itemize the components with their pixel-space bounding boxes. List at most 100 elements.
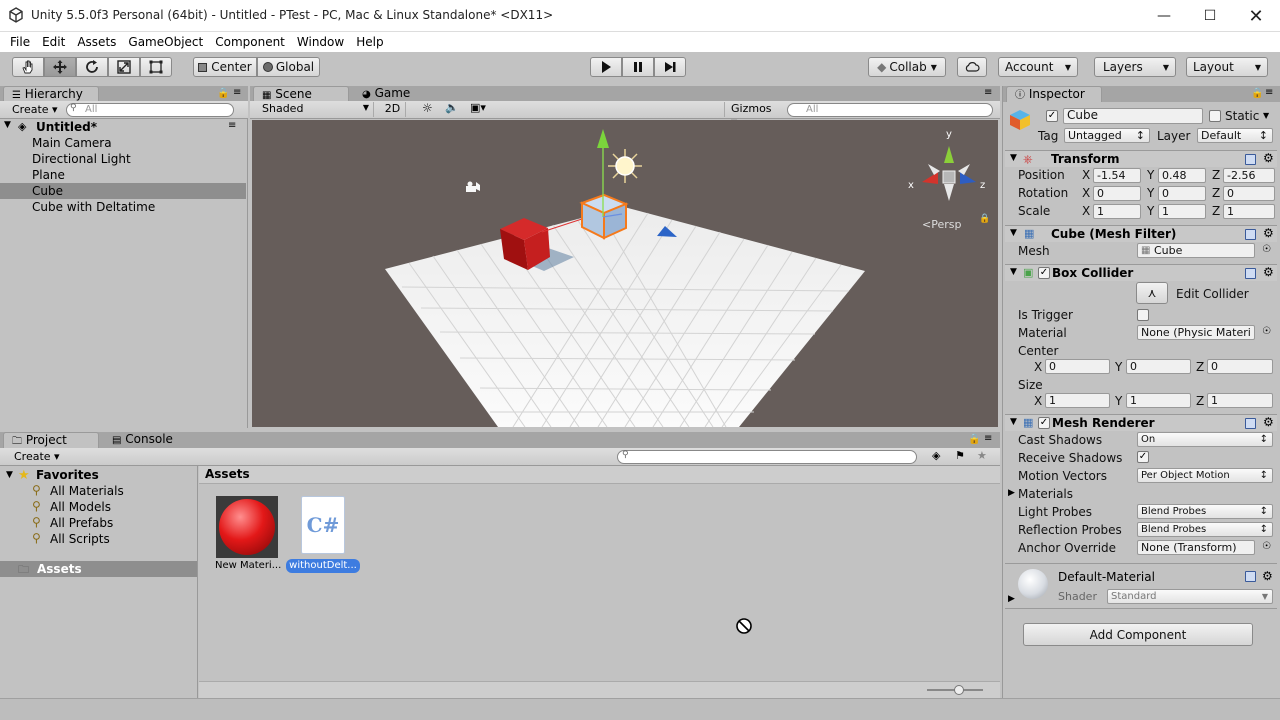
tab-hierarchy[interactable]: ☰ Hierarchy — [3, 86, 99, 102]
foldout-arrow-icon[interactable]: ▼ — [1010, 228, 1017, 238]
materials-label[interactable]: Materials — [1018, 487, 1073, 501]
play-button[interactable] — [590, 57, 622, 77]
help-book-icon[interactable] — [1245, 154, 1256, 165]
asset-name[interactable]: New Materi... — [215, 560, 281, 571]
step-button[interactable] — [654, 57, 686, 77]
2d-toggle[interactable]: 2D — [380, 102, 406, 117]
hierarchy-search-input[interactable]: All — [66, 103, 234, 117]
menu-component[interactable]: Component — [215, 35, 285, 49]
scene-viewport[interactable]: y x z <Persp 🔒 — [252, 120, 998, 427]
material-foldout-icon[interactable]: ▶ — [1008, 594, 1015, 604]
menu-gameobject[interactable]: GameObject — [128, 35, 203, 49]
tag-dropdown[interactable]: Untagged ↕ — [1064, 128, 1150, 143]
pivot-global-button[interactable]: Global — [257, 57, 320, 77]
favorite-item[interactable]: All Models — [50, 500, 111, 514]
object-picker-icon[interactable]: ☉ — [1262, 541, 1271, 552]
hierarchy-item[interactable]: Plane — [0, 167, 246, 183]
viewport-lock-icon[interactable]: 🔒 — [979, 214, 990, 224]
scale-y-input[interactable]: 1 — [1158, 204, 1206, 219]
object-name-input[interactable]: Cube — [1063, 108, 1203, 124]
help-book-icon[interactable] — [1245, 571, 1256, 582]
create-dropdown[interactable]: Create ▾ — [12, 103, 58, 116]
search-by-type-icon[interactable]: ◈ — [932, 449, 940, 462]
menu-assets[interactable]: Assets — [77, 35, 116, 49]
box-collider-enabled-checkbox[interactable]: ✓ — [1038, 267, 1050, 279]
audio-toggle-icon[interactable]: 🔈 — [445, 101, 459, 114]
add-component-button[interactable]: Add Component — [1023, 623, 1253, 646]
search-by-label-icon[interactable]: ⚑ — [955, 449, 965, 462]
cast-shadows-dropdown[interactable]: On ↕ — [1137, 432, 1273, 447]
assets-folder-row[interactable]: 🗀 Assets — [0, 561, 197, 577]
expand-arrow-icon[interactable]: ▼ — [6, 470, 13, 480]
foldout-arrow-icon[interactable]: ▼ — [1010, 417, 1017, 427]
favorites-label[interactable]: Favorites — [36, 468, 99, 482]
active-checkbox[interactable]: ✓ — [1046, 110, 1058, 122]
maximize-icon[interactable]: ☐ — [1187, 0, 1233, 32]
scene-search-input[interactable]: All — [787, 103, 993, 117]
box-collider-header[interactable]: ▼ ▣ ✓ Box Collider ⚙ — [1005, 264, 1277, 281]
rect-tool-button[interactable] — [140, 57, 172, 77]
foldout-arrow-icon[interactable]: ▼ — [1010, 153, 1017, 163]
transform-header[interactable]: ▼ ⎈ Transform ⚙ — [1005, 150, 1277, 167]
collab-dropdown[interactable]: ◆ Collab ▼ — [868, 57, 946, 77]
position-x-input[interactable]: -1.54 — [1093, 168, 1141, 183]
pause-button[interactable] — [622, 57, 654, 77]
size-z-input[interactable]: 1 — [1207, 393, 1273, 408]
help-book-icon[interactable] — [1245, 418, 1256, 429]
shading-mode-dropdown[interactable]: Shaded ▼ — [254, 102, 374, 117]
anchor-override-field[interactable]: None (Transform) — [1137, 540, 1255, 555]
asset-material-thumbnail[interactable] — [216, 496, 278, 558]
receive-shadows-checkbox[interactable]: ✓ — [1137, 451, 1149, 463]
lock-icon[interactable]: 🔒 — [1251, 88, 1263, 99]
shader-dropdown[interactable]: Standard ▼ — [1107, 589, 1273, 604]
scale-tool-button[interactable] — [108, 57, 140, 77]
create-dropdown[interactable]: Create ▾ — [14, 450, 60, 463]
menu-window[interactable]: Window — [297, 35, 344, 49]
close-icon[interactable]: ✕ — [1233, 0, 1279, 32]
static-dropdown-icon[interactable]: ▼ — [1263, 111, 1269, 120]
size-x-input[interactable]: 1 — [1045, 393, 1110, 408]
hierarchy-item-selected[interactable]: Cube — [0, 183, 246, 199]
tab-console[interactable]: ▤ Console — [104, 432, 194, 448]
menu-help[interactable]: Help — [356, 35, 383, 49]
scene-menu-icon[interactable]: ≡ — [228, 120, 236, 131]
gear-icon[interactable]: ⚙ — [1262, 569, 1273, 583]
hierarchy-item[interactable]: Main Camera — [0, 135, 246, 151]
orientation-gizmo[interactable]: y x z — [904, 126, 994, 218]
project-search-input[interactable] — [617, 450, 917, 464]
rotation-y-input[interactable]: 0 — [1158, 186, 1206, 201]
gear-icon[interactable]: ⚙ — [1263, 151, 1274, 165]
scene-root-row[interactable]: ▼ ◈ Untitled* ≡ — [0, 119, 246, 135]
favorite-item[interactable]: All Scripts — [50, 532, 110, 546]
effects-dropdown-icon[interactable]: ▣▾ — [470, 101, 486, 114]
zoom-slider-thumb[interactable] — [954, 685, 964, 695]
motion-vectors-dropdown[interactable]: Per Object Motion ↕ — [1137, 468, 1273, 483]
mesh-renderer-header[interactable]: ▼ ▦ ✓ Mesh Renderer ⚙ — [1005, 414, 1277, 431]
mesh-object-field[interactable]: ▦ Cube — [1137, 243, 1255, 258]
scale-x-input[interactable]: 1 — [1093, 204, 1141, 219]
mesh-renderer-enabled-checkbox[interactable]: ✓ — [1038, 417, 1050, 429]
static-checkbox[interactable] — [1209, 110, 1221, 122]
lighting-toggle-icon[interactable]: ☼ — [422, 101, 433, 115]
panel-menu-icon[interactable]: ≡ — [984, 87, 992, 98]
favorite-item[interactable]: All Prefabs — [50, 516, 113, 530]
hand-tool-button[interactable] — [12, 57, 44, 77]
panel-menu-icon[interactable]: ≡ — [233, 87, 241, 98]
gear-icon[interactable]: ⚙ — [1263, 415, 1274, 429]
is-trigger-checkbox[interactable] — [1137, 309, 1149, 321]
asset-name-selected[interactable]: withoutDelt... — [286, 559, 360, 573]
hierarchy-item[interactable]: Cube with Deltatime — [0, 199, 246, 215]
help-book-icon[interactable] — [1245, 229, 1256, 240]
object-picker-icon[interactable]: ☉ — [1262, 244, 1271, 255]
lock-icon[interactable]: 🔒 — [217, 88, 229, 99]
persp-label[interactable]: <Persp — [922, 218, 961, 231]
position-z-input[interactable]: -2.56 — [1223, 168, 1275, 183]
foldout-arrow-icon[interactable]: ▼ — [1010, 267, 1017, 277]
cloud-button[interactable] — [957, 57, 987, 77]
tab-inspector[interactable]: ⓘ Inspector — [1006, 86, 1102, 102]
pivot-center-button[interactable]: Center — [193, 57, 257, 77]
rotation-x-input[interactable]: 0 — [1093, 186, 1141, 201]
account-dropdown[interactable]: Account ▼ — [998, 57, 1078, 77]
layout-dropdown[interactable]: Layout ▼ — [1186, 57, 1268, 77]
edit-collider-button[interactable]: ⋏ — [1136, 282, 1168, 304]
